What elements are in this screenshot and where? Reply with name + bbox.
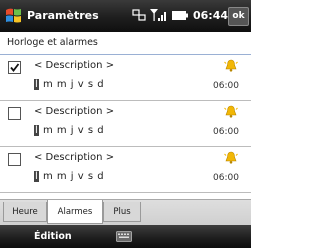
alarm-description[interactable]: < Description > — [34, 152, 114, 163]
clock-time[interactable]: 06:44 — [193, 9, 228, 22]
tab-alarmes[interactable]: Alarmes — [47, 200, 103, 224]
softkey-bar: Édition — [0, 225, 251, 248]
windows-flag-icon[interactable] — [5, 7, 22, 24]
day-monday-selected[interactable]: l — [34, 79, 40, 90]
alarm-days-rest[interactable]: m m j v s d — [43, 171, 104, 182]
alarm-row[interactable]: < Description > l m m j v s d 06:00 — [0, 101, 251, 147]
alarm-bell-icon[interactable] — [224, 105, 238, 118]
tab-plus[interactable]: Plus — [103, 202, 141, 222]
alarm-description[interactable]: < Description > — [34, 60, 114, 71]
title-bar: Paramètres 06:44 ok — [0, 0, 251, 32]
alarm-enable-checkbox[interactable] — [8, 107, 21, 120]
alarm-row[interactable]: < Description > l m m j v s d 06:00 — [0, 147, 251, 193]
page-header: Horloge et alarmes — [0, 32, 251, 55]
signal-strength-icon[interactable] — [150, 8, 166, 22]
alarm-enable-checkbox[interactable] — [8, 153, 21, 166]
day-monday-selected[interactable]: l — [34, 125, 40, 136]
alarm-enable-checkbox[interactable] — [8, 61, 21, 74]
tab-heure[interactable]: Heure — [3, 202, 47, 222]
alarm-days[interactable]: l m m j v s d — [34, 79, 104, 90]
alarm-time[interactable]: 06:00 — [213, 127, 239, 137]
keyboard-icon[interactable] — [116, 231, 132, 242]
alarm-time[interactable]: 06:00 — [213, 173, 239, 183]
alarm-bell-icon[interactable] — [224, 59, 238, 72]
alarm-days-rest[interactable]: m m j v s d — [43, 79, 104, 90]
window-title: Paramètres — [27, 9, 99, 22]
checkmark-icon — [10, 63, 20, 72]
page-title: Horloge et alarmes — [7, 37, 98, 48]
alarm-days-rest[interactable]: m m j v s d — [43, 125, 104, 136]
alarm-days[interactable]: l m m j v s d — [34, 125, 104, 136]
alarm-description[interactable]: < Description > — [34, 106, 114, 117]
network-sync-icon[interactable] — [132, 9, 146, 21]
day-monday-selected[interactable]: l — [34, 171, 40, 182]
alarm-time[interactable]: 06:00 — [213, 81, 239, 91]
alarm-row[interactable]: < Description > l m m j v s d 06:00 — [0, 55, 251, 101]
alarm-bell-icon[interactable] — [224, 151, 238, 164]
edit-softkey[interactable]: Édition — [34, 231, 72, 242]
tab-bar: Heure Alarmes Plus — [0, 199, 251, 226]
ok-button[interactable]: ok — [228, 7, 249, 26]
alarm-days[interactable]: l m m j v s d — [34, 171, 104, 182]
battery-icon[interactable] — [172, 11, 188, 20]
